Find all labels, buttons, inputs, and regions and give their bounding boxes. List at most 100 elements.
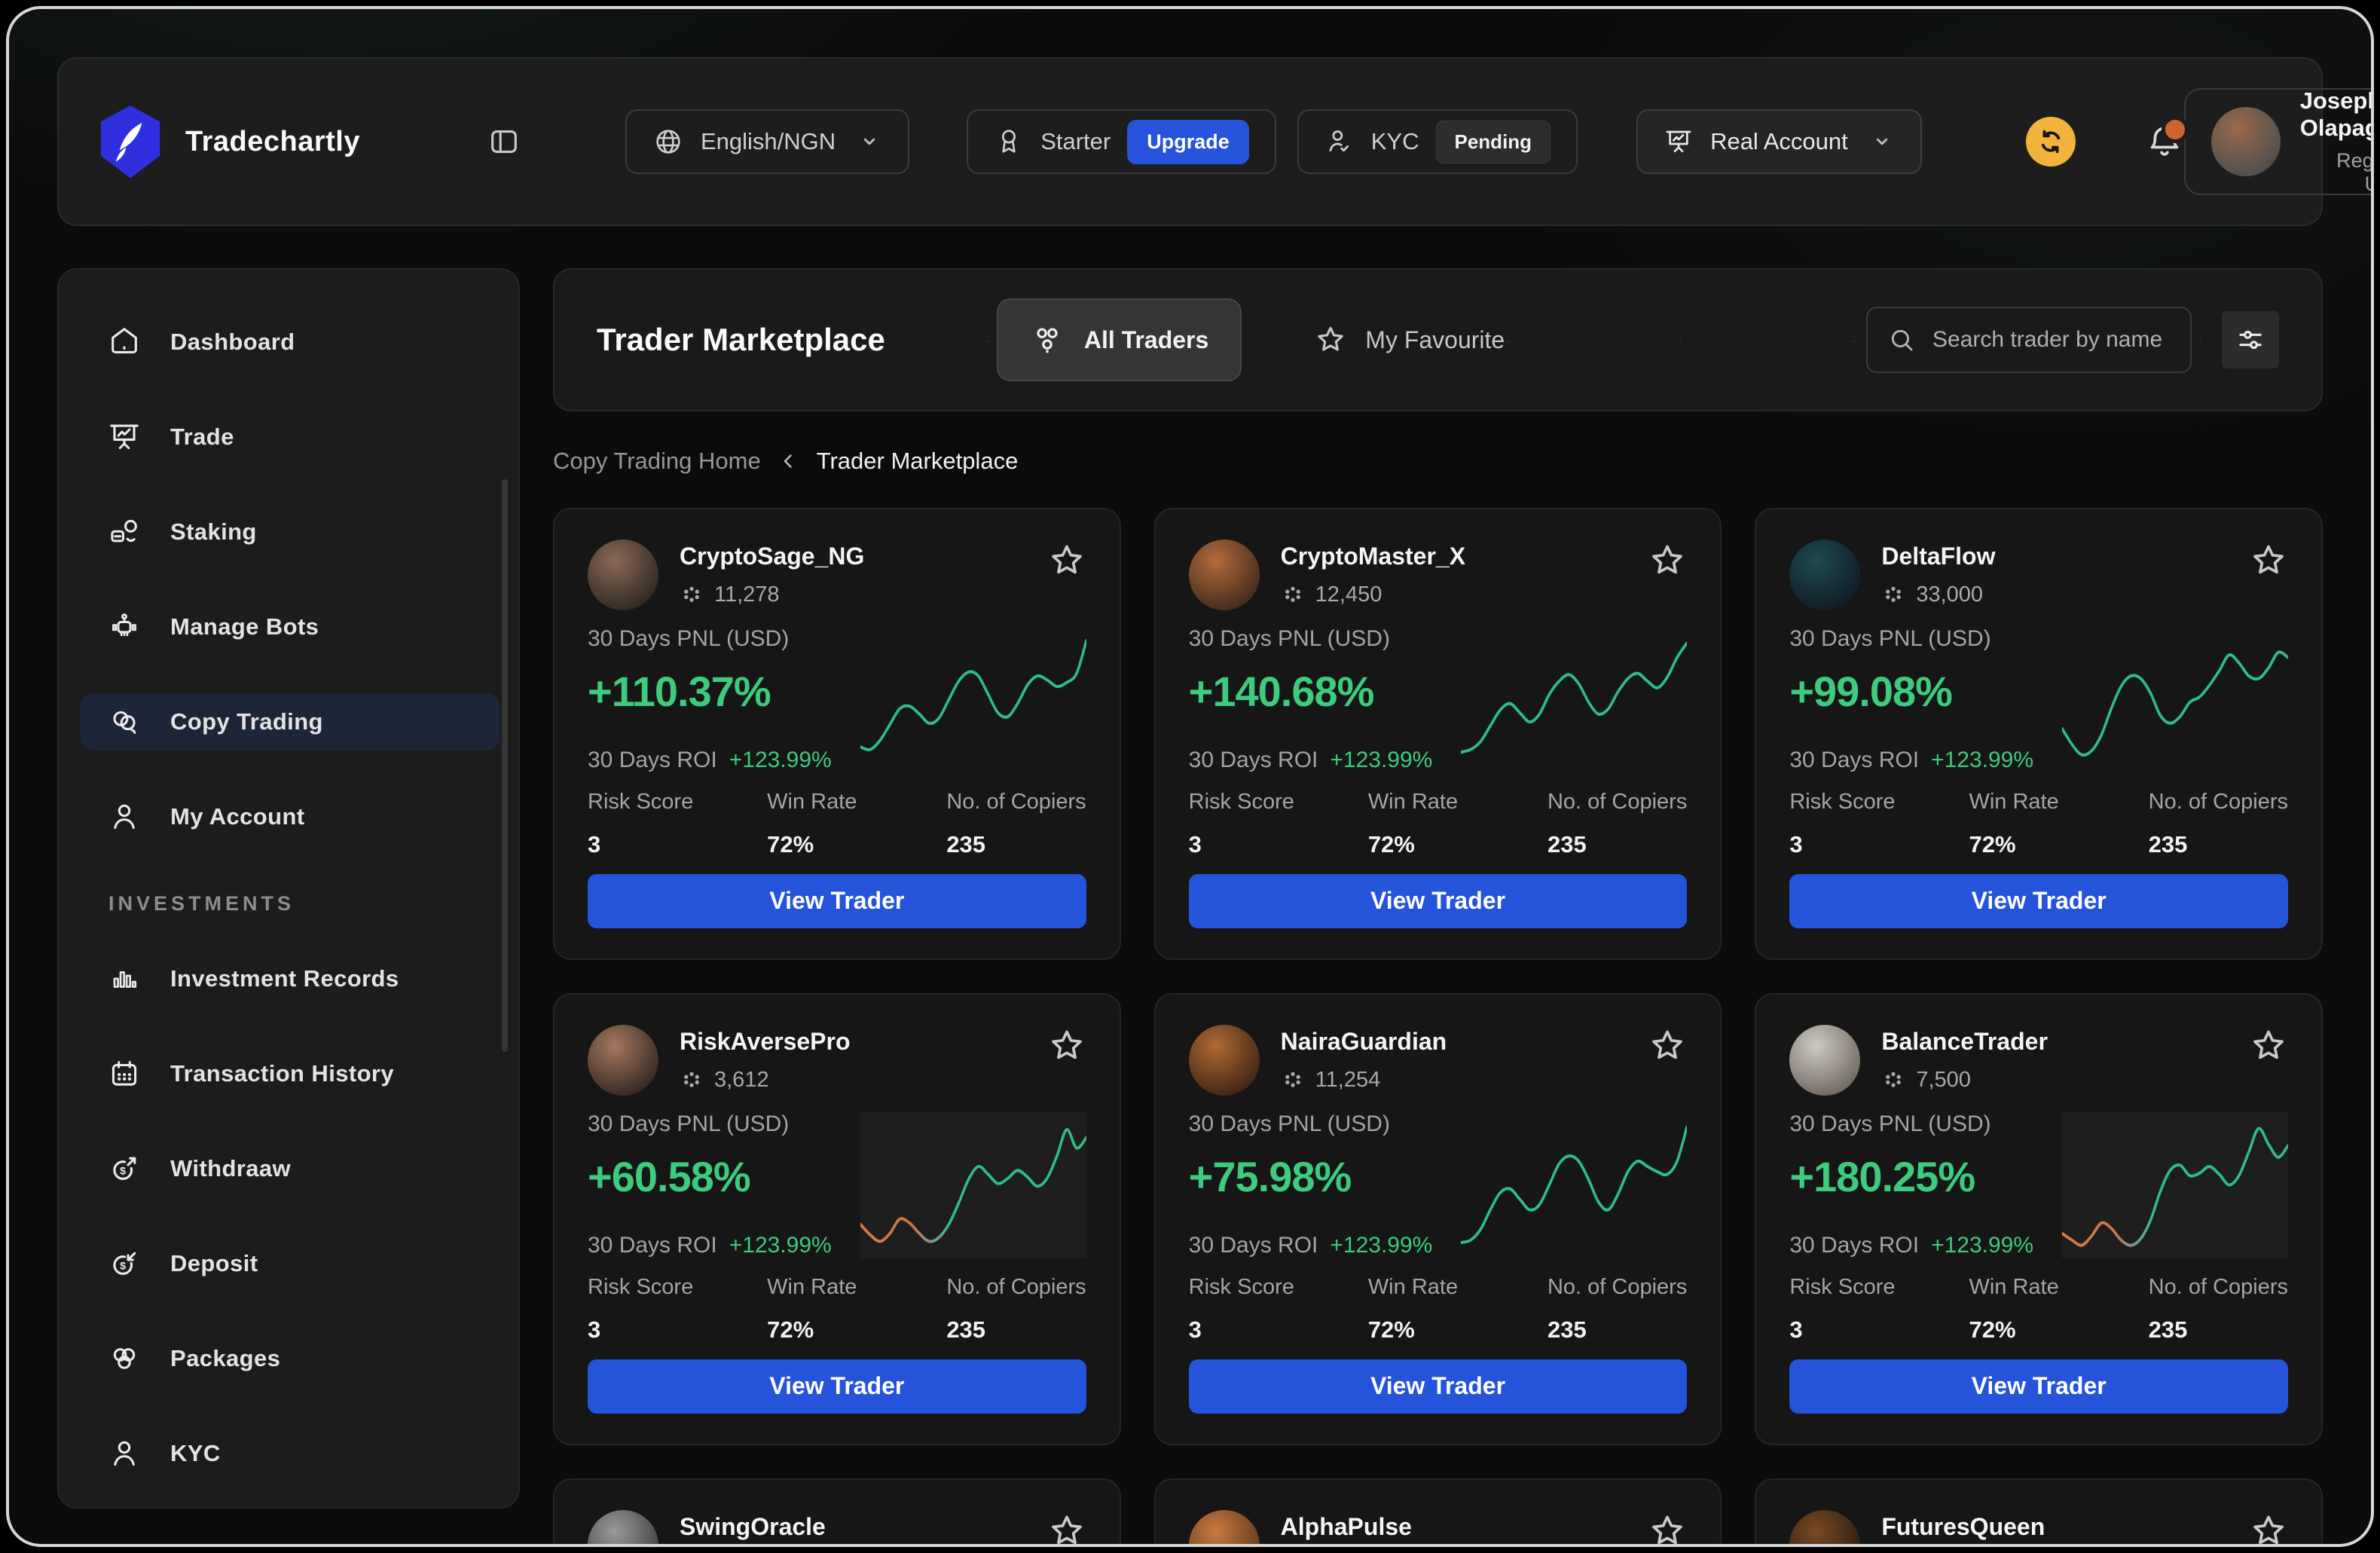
breadcrumb-parent-link[interactable]: Copy Trading Home: [553, 448, 761, 475]
user-menu[interactable]: Joseph Olapagbo Regular User: [2184, 88, 2374, 195]
trader-card-partial[interactable]: SwingOracle: [553, 1478, 1121, 1544]
sidebar-item[interactable]: Copy Trading: [80, 693, 500, 751]
sidebar-scrollbar[interactable]: [502, 479, 508, 1052]
sidebar-item[interactable]: Deposit: [80, 1235, 500, 1292]
sliders-icon: [2235, 324, 2266, 356]
star-icon: [1047, 1512, 1086, 1544]
favourite-star-button[interactable]: [1047, 1026, 1086, 1065]
tab-all-traders[interactable]: All Traders: [997, 298, 1242, 381]
favourite-star-button[interactable]: [2249, 541, 2288, 580]
plan-label: Starter: [1040, 128, 1111, 155]
sidebar-item[interactable]: Trade: [80, 408, 500, 466]
copiers-value: 235: [1547, 1316, 1687, 1344]
copiers-label: No. of Copiers: [2149, 790, 2288, 815]
view-trader-button[interactable]: View Trader: [1189, 874, 1688, 928]
view-trader-button[interactable]: View Trader: [1789, 1359, 2288, 1414]
favourite-star-button[interactable]: [1648, 541, 1687, 580]
upgrade-button[interactable]: Upgrade: [1127, 120, 1249, 164]
risk-score-value: 3: [1189, 1316, 1368, 1344]
staking-icon: [107, 515, 142, 549]
pnl-value: +180.25%: [1789, 1152, 2033, 1201]
avatar: [2211, 107, 2281, 176]
sidebar-section-label: INVESTMENTS: [108, 892, 500, 916]
favourite-star-button[interactable]: [2249, 1026, 2288, 1065]
sidebar-item-label: Packages: [170, 1345, 280, 1372]
view-trader-button[interactable]: View Trader: [588, 1359, 1086, 1414]
search-input[interactable]: [1931, 326, 2171, 353]
sidebar-item[interactable]: Withdraaw: [80, 1140, 500, 1197]
favourite-star-button[interactable]: [2249, 1512, 2288, 1544]
copiers-value: 235: [2149, 1316, 2288, 1344]
risk-score-value: 3: [1789, 831, 1969, 858]
pnl-value: +140.68%: [1189, 667, 1433, 716]
marketplace-toolbar: Trader Marketplace All Traders My Favour…: [553, 268, 2323, 411]
content-area: Dashboard Trade Staking Manage Bots: [57, 268, 2323, 1544]
sidebar-item[interactable]: Dashboard: [80, 313, 500, 371]
sidebar-toggle-icon[interactable]: [487, 124, 521, 159]
refresh-button[interactable]: [2026, 117, 2076, 167]
risk-score-label: Risk Score: [1189, 1275, 1368, 1300]
sidebar-item[interactable]: My Account: [80, 788, 500, 845]
view-trader-button[interactable]: View Trader: [1189, 1359, 1688, 1414]
sidebar-item-label: Transaction History: [170, 1060, 394, 1087]
user-icon: [107, 1436, 142, 1471]
plan-pill[interactable]: Starter Upgrade: [967, 109, 1276, 174]
trader-card[interactable]: NairaGuardian 11,254: [1154, 993, 1722, 1445]
copiers-value: 235: [2149, 831, 2288, 858]
sidebar-item[interactable]: Staking: [80, 503, 500, 561]
kyc-pill[interactable]: KYC Pending: [1297, 109, 1578, 174]
risk-score-label: Risk Score: [1789, 790, 1969, 815]
trader-card[interactable]: RiskAversePro 3,612: [553, 993, 1121, 1445]
sidebar-item[interactable]: Transaction History: [80, 1045, 500, 1102]
top-bar: Tradechartly English/NGN Starter Upgrade…: [57, 57, 2323, 226]
followers-cluster-icon: [1881, 583, 1905, 607]
sidebar-item[interactable]: Manage Bots: [80, 598, 500, 656]
card-header: DeltaFlow 33,000: [1789, 540, 2288, 610]
favourite-star-button[interactable]: [1047, 1512, 1086, 1544]
followers-count: 3,612: [714, 1068, 769, 1093]
star-icon: [1047, 541, 1086, 580]
sidebar-item-label: KYC: [170, 1440, 221, 1467]
account-type-selector[interactable]: Real Account: [1636, 109, 1922, 174]
favourite-star-button[interactable]: [1047, 541, 1086, 580]
win-rate-label: Win Rate: [767, 1275, 946, 1300]
followers-cluster-icon: [1881, 1068, 1905, 1093]
calendar-icon: [107, 1056, 142, 1091]
trader-card[interactable]: CryptoSage_NG 11,278: [553, 508, 1121, 960]
followers-cluster-icon: [680, 583, 704, 607]
breadcrumb: Copy Trading Home Trader Marketplace: [553, 446, 2323, 476]
user-check-icon: [1324, 127, 1355, 157]
card-body: 30 Days PNL (USD) +180.25% 30 Days ROI +…: [1789, 1111, 2288, 1258]
trader-card[interactable]: DeltaFlow 33,000: [1755, 508, 2323, 960]
win-rate-value: 72%: [1969, 1316, 2148, 1344]
trader-name: CryptoSage_NG: [680, 543, 864, 570]
filter-button[interactable]: [2222, 311, 2279, 368]
sidebar-item[interactable]: KYC: [80, 1425, 500, 1482]
favourite-star-button[interactable]: [1648, 1512, 1687, 1544]
trader-card[interactable]: CryptoMaster_X 12,450: [1154, 508, 1722, 960]
copy-icon: [107, 705, 142, 739]
trader-card[interactable]: BalanceTrader 7,500: [1755, 993, 2323, 1445]
language-selector[interactable]: English/NGN: [625, 109, 909, 174]
view-trader-button[interactable]: View Trader: [588, 874, 1086, 928]
avatar: [1189, 1510, 1260, 1544]
sidebar-item[interactable]: Packages: [80, 1330, 500, 1387]
view-trader-button[interactable]: View Trader: [1789, 874, 2288, 928]
tab-my-favourite[interactable]: My Favourite: [1314, 323, 1505, 356]
trader-card-partial[interactable]: FuturesQueen: [1755, 1478, 2323, 1544]
pnl-label: 30 Days PNL (USD): [1189, 626, 1433, 652]
favourite-star-button[interactable]: [1648, 1026, 1687, 1065]
avatar: [1789, 540, 1860, 610]
card-header: FuturesQueen: [1789, 1510, 2288, 1544]
notifications-button[interactable]: [2145, 122, 2184, 161]
card-stats: Risk Score 3 Win Rate 72% No. of Copiers…: [1789, 1275, 2288, 1344]
win-rate-value: 72%: [1368, 831, 1547, 858]
followers-count: 11,278: [714, 582, 780, 607]
sidebar-item[interactable]: Investment Records: [80, 950, 500, 1007]
packages-icon: [107, 1341, 142, 1376]
card-body: 30 Days PNL (USD) +75.98% 30 Days ROI +1…: [1189, 1111, 1688, 1258]
language-label: English/NGN: [701, 128, 836, 155]
card-stats: Risk Score 3 Win Rate 72% No. of Copiers…: [1189, 1275, 1688, 1344]
card-stats: Risk Score 3 Win Rate 72% No. of Copiers…: [1789, 790, 2288, 858]
trader-card-partial[interactable]: AlphaPulse: [1154, 1478, 1722, 1544]
